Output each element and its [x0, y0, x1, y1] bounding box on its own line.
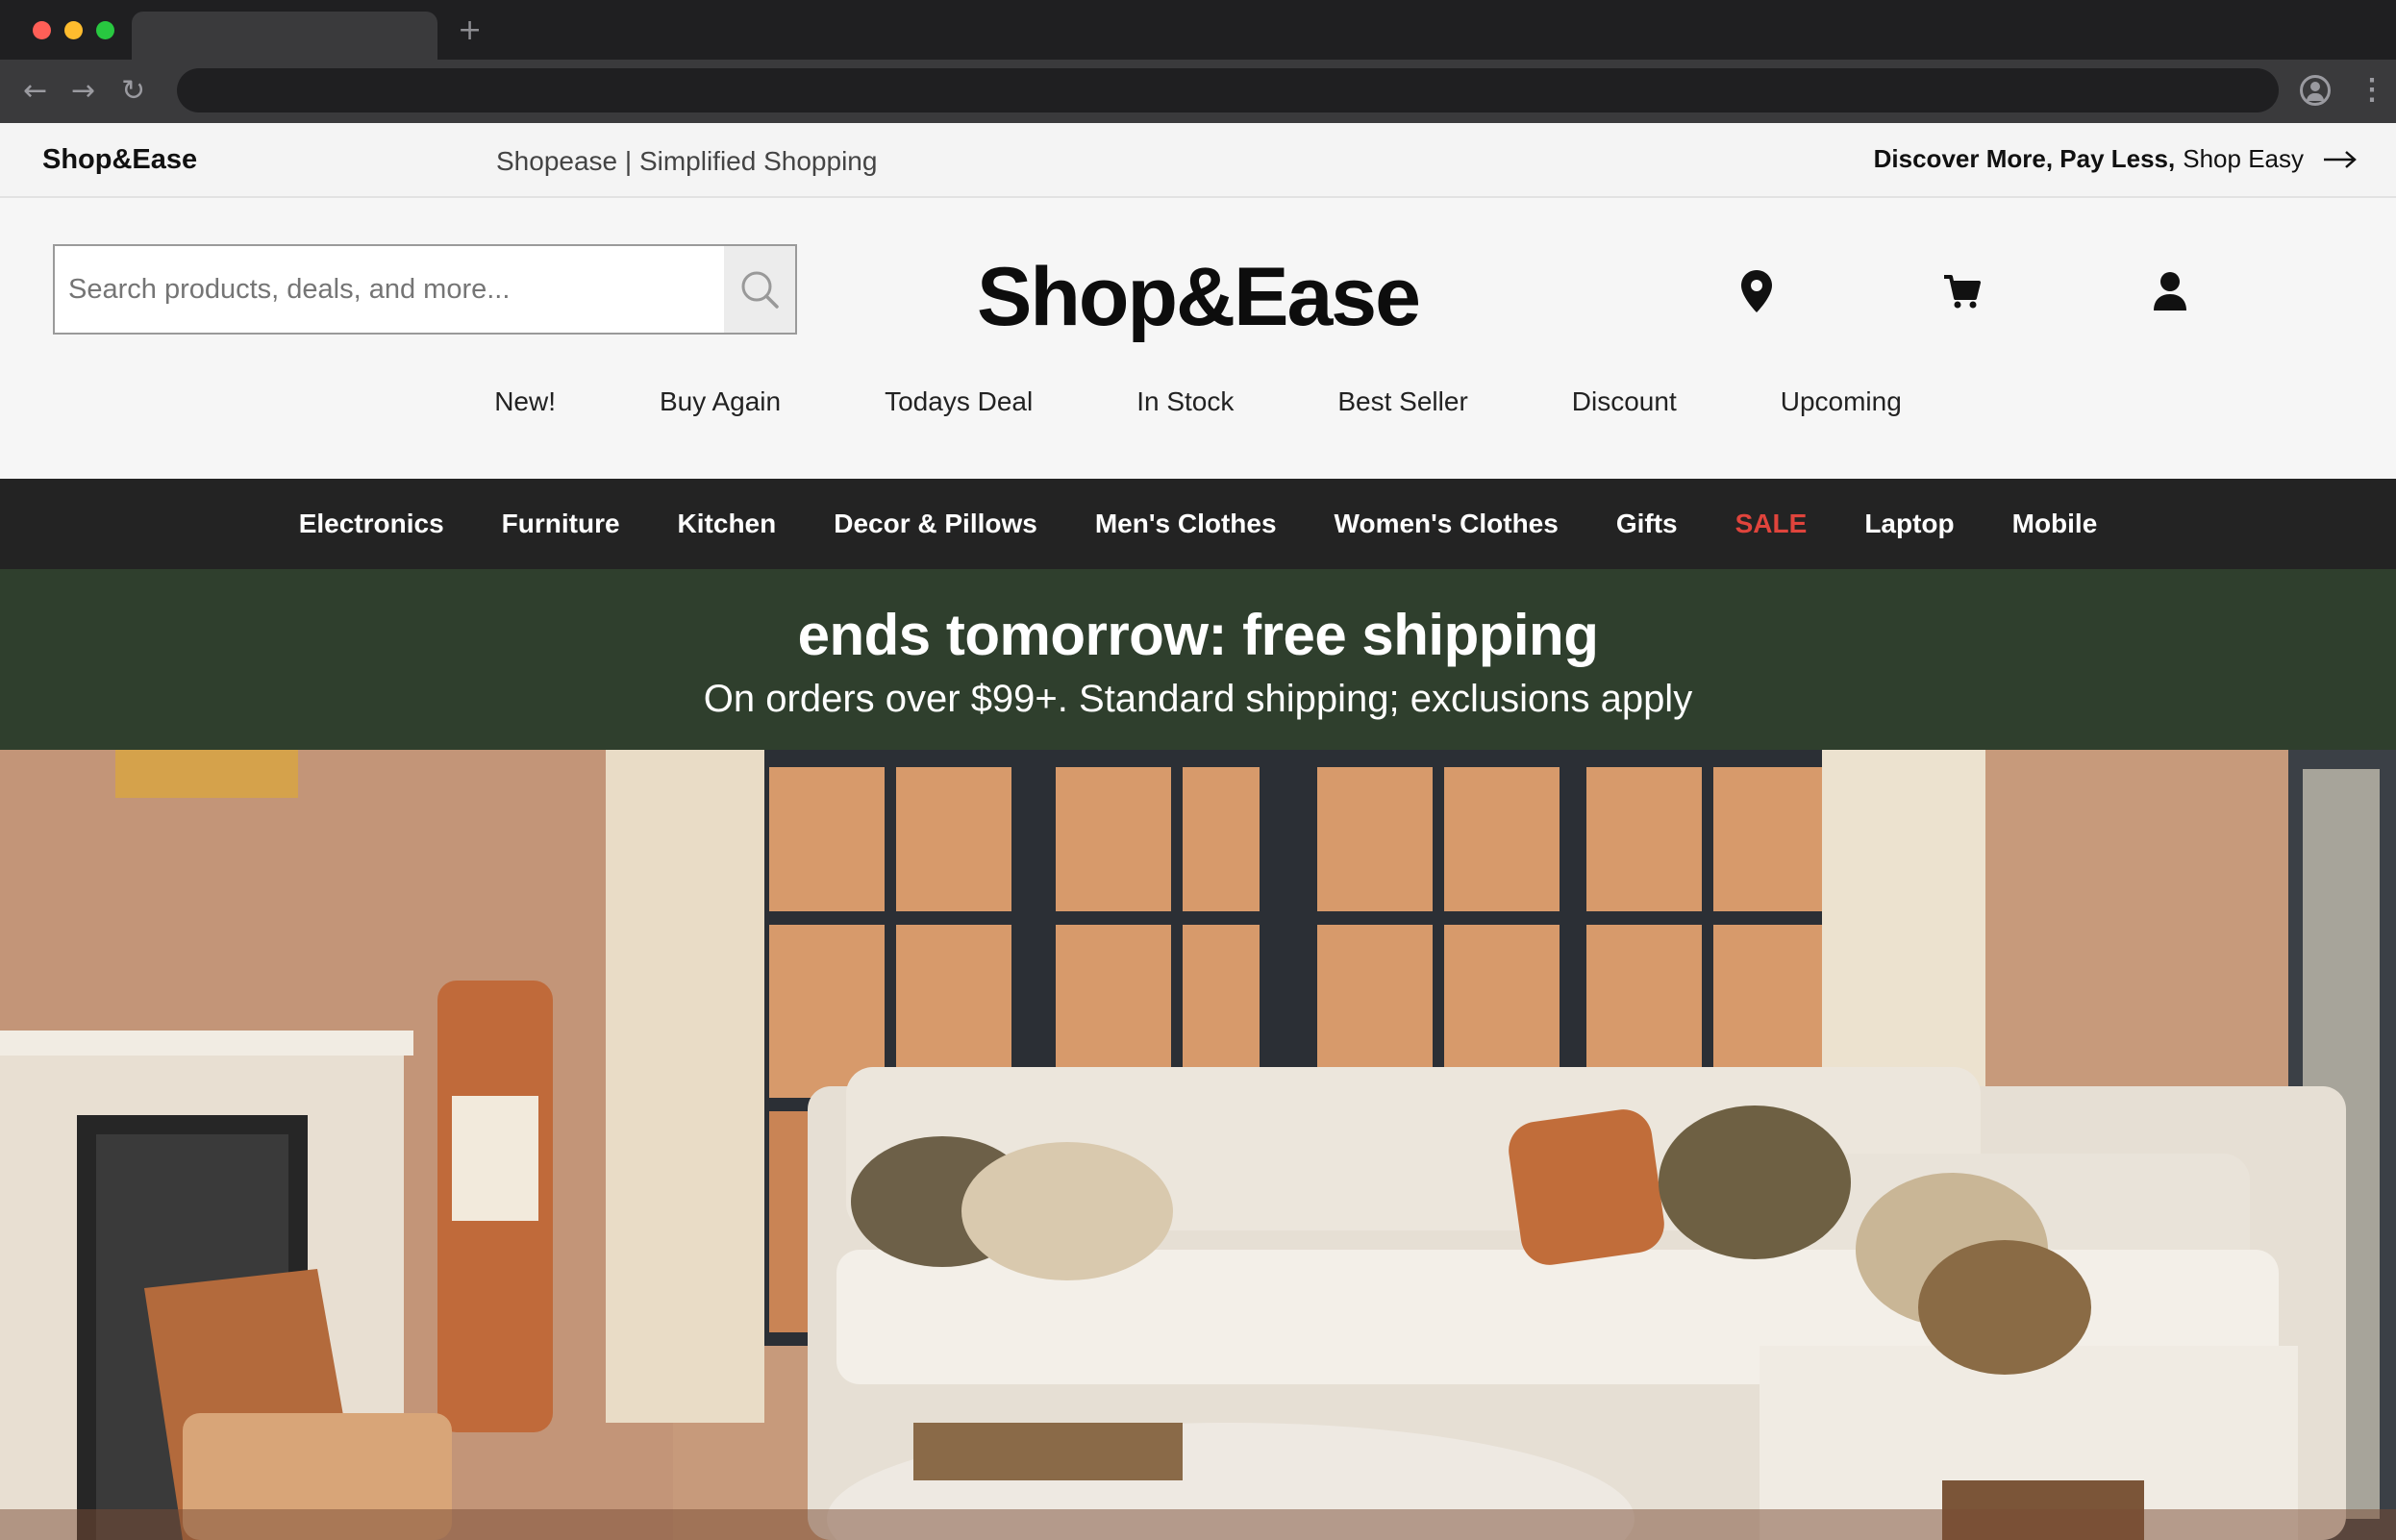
category-gifts[interactable]: Gifts	[1587, 509, 1707, 539]
brand-name[interactable]: Shop&Ease	[42, 144, 197, 176]
category-sale[interactable]: SALE	[1707, 509, 1836, 539]
back-icon[interactable]: ←	[23, 75, 47, 108]
shop-page: Shop&Ease Shopease | Simplified Shopping…	[0, 123, 2396, 1540]
browser-menu-icon[interactable]: ⋮	[2358, 75, 2386, 106]
category-mens-clothes[interactable]: Men's Clothes	[1066, 509, 1306, 539]
promo-link[interactable]: Discover More, Pay Less, Shop Easy	[1874, 144, 2358, 174]
free-shipping-banner: ends tomorrow: free shipping On orders o…	[0, 569, 2396, 750]
tagline: Shopease | Simplified Shopping	[496, 146, 878, 176]
quick-link-buy-again[interactable]: Buy Again	[608, 386, 833, 417]
category-furniture[interactable]: Furniture	[473, 509, 649, 539]
quick-link-todays-deal[interactable]: Todays Deal	[833, 386, 1085, 417]
promo-text: Shop Easy	[2183, 144, 2304, 173]
close-window-button[interactable]	[33, 21, 51, 39]
category-nav: Electronics Furniture Kitchen Decor & Pi…	[0, 479, 2396, 569]
category-womens-clothes[interactable]: Women's Clothes	[1306, 509, 1587, 539]
browser-toolbar: ← → ↻ ⋮	[0, 60, 2396, 123]
category-mobile[interactable]: Mobile	[1984, 509, 2127, 539]
category-kitchen[interactable]: Kitchen	[649, 509, 806, 539]
category-laptop[interactable]: Laptop	[1835, 509, 1983, 539]
living-room-illustration	[0, 750, 2396, 1540]
location-pin-icon	[1741, 270, 1772, 312]
minimize-window-button[interactable]	[64, 21, 83, 39]
cart-icon	[1944, 275, 1981, 309]
quick-links: New! Buy Again Todays Deal In Stock Best…	[0, 386, 2396, 417]
cart-button[interactable]	[1940, 267, 1984, 315]
forward-icon[interactable]: →	[71, 75, 95, 108]
tab-strip: +	[0, 0, 2396, 60]
quick-link-in-stock[interactable]: In Stock	[1085, 386, 1285, 417]
category-decor-pillows[interactable]: Decor & Pillows	[805, 509, 1066, 539]
account-button[interactable]	[2148, 267, 2192, 315]
hero-image[interactable]	[0, 750, 2396, 1540]
top-bar: Shop&Ease Shopease | Simplified Shopping…	[0, 123, 2396, 198]
profile-icon[interactable]	[2300, 75, 2331, 106]
new-tab-button[interactable]: +	[458, 13, 482, 47]
quick-link-discount[interactable]: Discount	[1520, 386, 1729, 417]
promo-bold-text: Discover More, Pay Less,	[1873, 144, 2176, 173]
quick-link-best-seller[interactable]: Best Seller	[1285, 386, 1519, 417]
quick-link-new[interactable]: New!	[442, 386, 608, 417]
quick-link-upcoming[interactable]: Upcoming	[1729, 386, 1954, 417]
banner-subline: On orders over $99+. Standard shipping; …	[703, 678, 1693, 720]
user-icon	[2154, 272, 2186, 310]
browser-chrome: + ← → ↻ ⋮	[0, 0, 2396, 123]
window-controls	[33, 21, 114, 39]
store-locator-button[interactable]	[1735, 267, 1779, 315]
arrow-right-icon	[2324, 150, 2357, 168]
site-header: Shop&Ease New! Buy Again Todays	[0, 200, 2396, 479]
browser-tab[interactable]	[132, 12, 437, 60]
maximize-window-button[interactable]	[96, 21, 114, 39]
address-bar[interactable]	[177, 68, 2279, 112]
reload-icon[interactable]: ↻	[121, 75, 145, 108]
category-electronics[interactable]: Electronics	[270, 509, 473, 539]
site-logo[interactable]: Shop&Ease	[0, 250, 2396, 345]
banner-headline: ends tomorrow: free shipping	[797, 603, 1599, 667]
